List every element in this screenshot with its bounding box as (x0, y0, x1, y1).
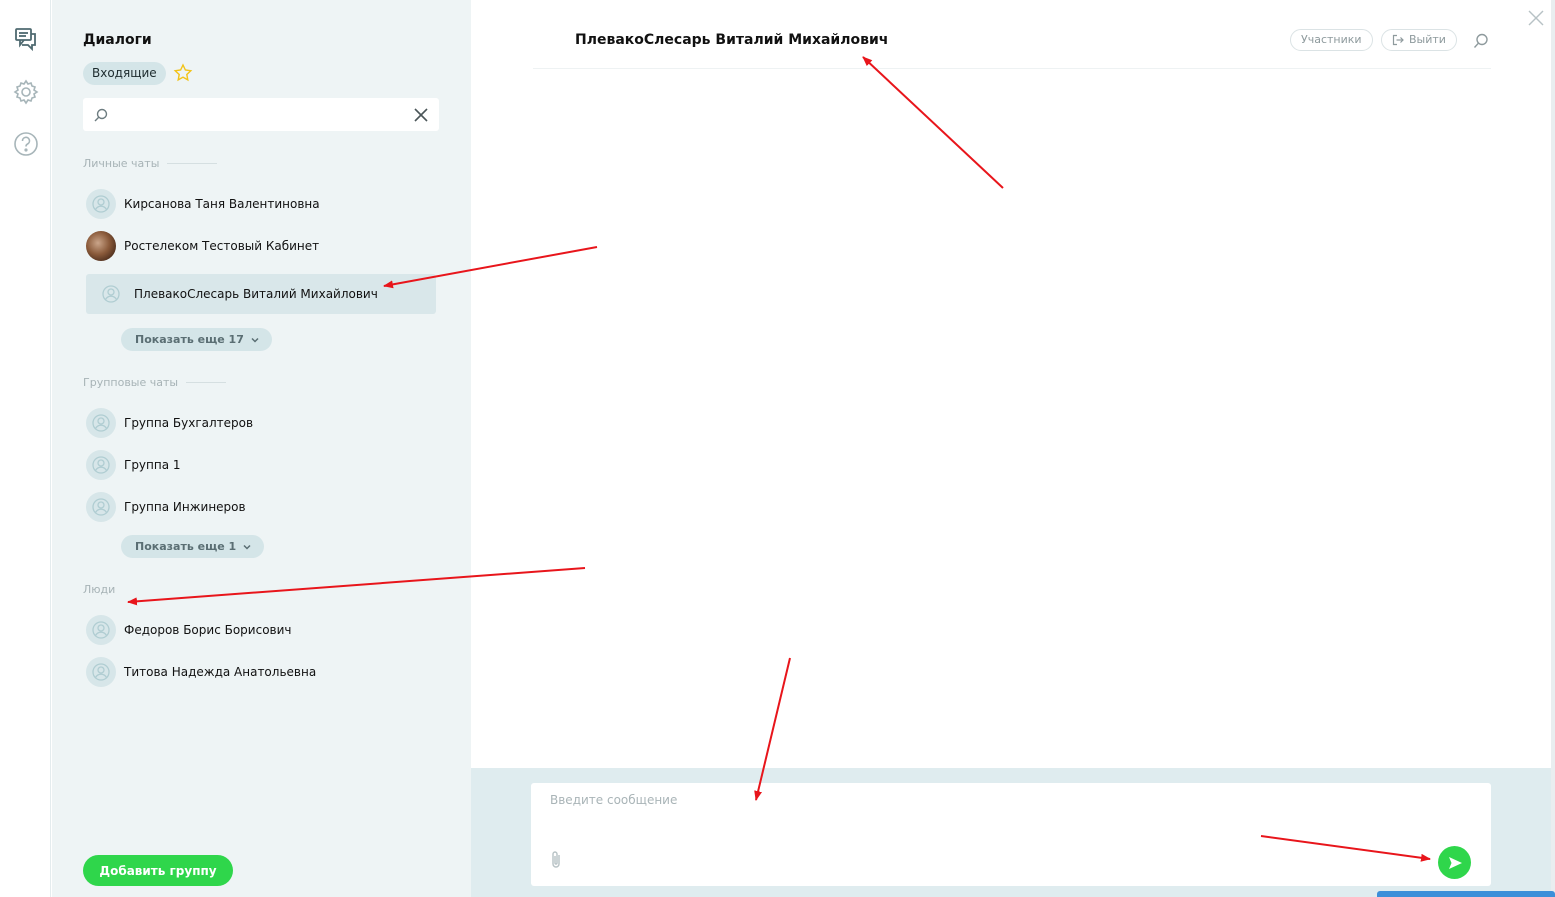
show-more-personal-button[interactable]: Показать еще 17 (121, 328, 272, 351)
show-more-groups-button[interactable]: Показать еще 1 (121, 535, 265, 558)
search-icon (93, 107, 109, 123)
list-item[interactable]: Группа Инжинеров (86, 487, 436, 527)
section-people: Люди (83, 583, 123, 596)
message-input[interactable] (550, 793, 1430, 833)
arrow-to-chat-title (862, 56, 1004, 189)
participants-button[interactable]: Участники (1290, 29, 1373, 51)
user-icon (86, 189, 116, 219)
user-icon (86, 615, 116, 645)
dialogs-panel: Диалоги Входящие Личные чаты Кирсанова Т… (52, 0, 471, 897)
chat-title: ПлевакоСлесарь Виталий Михайлович (575, 32, 889, 48)
show-more-label: Показать еще 17 (135, 333, 244, 346)
chat-name: Ростелеком Тестовый Кабинет (124, 239, 320, 253)
person-name: Титова Надежда Анатольевна (124, 665, 317, 679)
panel-title: Диалоги (83, 32, 152, 48)
user-icon (86, 450, 116, 480)
list-item[interactable]: Титова Надежда Анатольевна (86, 652, 436, 692)
app-rail (0, 0, 51, 897)
exit-icon (1392, 34, 1404, 46)
chat-name: Кирсанова Таня Валентиновна (124, 197, 320, 211)
section-personal-chats: Личные чаты (83, 157, 218, 170)
exit-button[interactable]: Выйти (1381, 29, 1457, 51)
exit-label: Выйти (1409, 33, 1446, 46)
avatar (86, 231, 116, 261)
inbox-filter-chip[interactable]: Входящие (83, 62, 166, 85)
user-icon (96, 279, 126, 309)
star-icon[interactable] (173, 63, 193, 83)
chat-name: Группа Инжинеров (124, 500, 246, 514)
search-input[interactable] (115, 104, 405, 124)
chat-name: Группа Бухгалтеров (124, 416, 254, 430)
composer (531, 783, 1491, 886)
section-label: Люди (83, 583, 116, 596)
list-item[interactable]: Кирсанова Таня Валентиновна (86, 184, 436, 224)
user-icon (86, 492, 116, 522)
chevron-down-icon (251, 337, 259, 343)
send-icon (1448, 856, 1462, 869)
person-name: Федоров Борис Борисович (124, 623, 292, 637)
header-divider (533, 68, 1491, 69)
send-button[interactable] (1438, 846, 1471, 879)
chevron-down-icon (243, 544, 251, 550)
add-group-button[interactable]: Добавить группу (83, 855, 233, 886)
list-item[interactable]: Федоров Борис Борисович (86, 610, 436, 650)
search-icon[interactable] (1472, 32, 1490, 50)
chat-icon[interactable] (12, 25, 40, 53)
section-label: Личные чаты (83, 157, 160, 170)
window-edge (1551, 0, 1555, 897)
chat-name: Группа 1 (124, 458, 181, 472)
clear-icon[interactable] (413, 107, 429, 123)
help-icon[interactable] (12, 130, 40, 158)
list-item-active[interactable]: ПлевакоСлесарь Виталий Михайлович (86, 274, 436, 314)
section-group-chats: Групповые чаты (83, 376, 227, 389)
gear-icon[interactable] (12, 78, 40, 106)
search-box (83, 98, 439, 131)
user-icon (86, 408, 116, 438)
list-item[interactable]: Группа 1 (86, 445, 436, 485)
paperclip-icon[interactable] (548, 850, 564, 870)
close-icon[interactable] (1527, 9, 1545, 27)
bottom-bar (1377, 891, 1555, 897)
section-label: Групповые чаты (83, 376, 179, 389)
show-more-label: Показать еще 1 (135, 540, 237, 553)
list-item[interactable]: Группа Бухгалтеров (86, 403, 436, 443)
participants-label: Участники (1301, 33, 1362, 46)
chat-name: ПлевакоСлесарь Виталий Михайлович (134, 287, 378, 301)
user-icon (86, 657, 116, 687)
list-item[interactable]: Ростелеком Тестовый Кабинет (86, 226, 436, 266)
